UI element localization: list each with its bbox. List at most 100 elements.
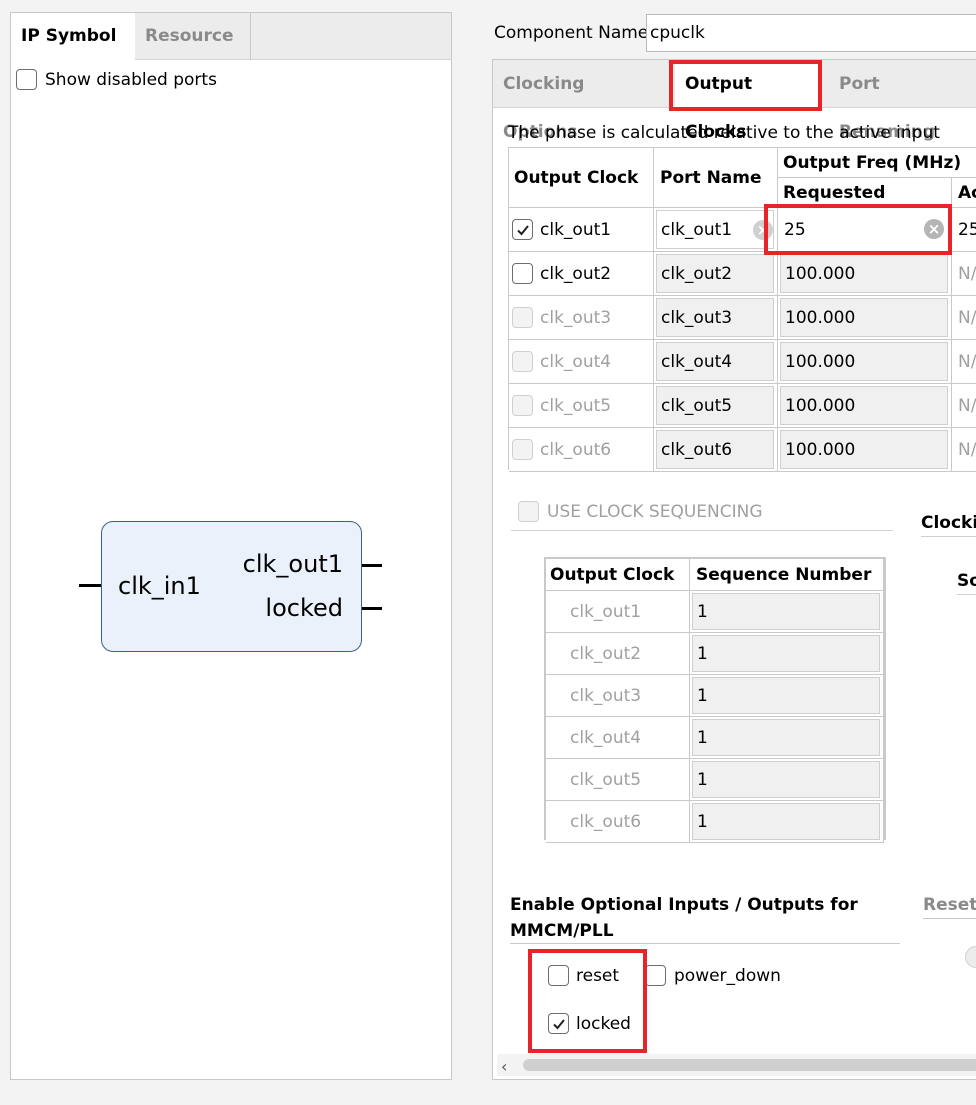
component-name-label: Component Name: [494, 23, 649, 43]
port-name-value: clk_out1: [661, 219, 733, 240]
seq-col-header-output-clock: Output Clock: [546, 559, 690, 591]
actual-freq-cell: N/: [952, 252, 976, 296]
requested-freq-cell: 100.000: [778, 296, 952, 340]
col-header-actual: Ac: [952, 178, 976, 208]
output-clock-enable-checkbox[interactable]: [512, 439, 533, 460]
requested-freq-value: 100.000: [785, 307, 856, 328]
output-clock-label: clk_out6: [540, 440, 612, 460]
clk-in1-pin: [79, 584, 101, 587]
port-name-cell: clk_out3: [654, 296, 778, 340]
sequence-number-input[interactable]: 1: [692, 803, 880, 840]
sequence-number-input[interactable]: 1: [692, 719, 880, 756]
requested-freq-value: 100.000: [785, 395, 856, 416]
output-clock-cell: clk_out5: [509, 384, 654, 428]
actual-freq-cell: 25: [952, 208, 976, 252]
clk-out1-port-label: clk_out1: [242, 550, 343, 578]
port-name-input[interactable]: clk_out4: [656, 342, 774, 381]
sequence-table: Output Clock Sequence Number clk_out1 1 cl…: [544, 557, 886, 843]
port-name-value: clk_out6: [661, 439, 733, 460]
optional-io-title-line1: Enable Optional Inputs / Outputs for: [510, 895, 858, 915]
optional-io-highlight: [528, 949, 647, 1053]
left-tab-bar: IP Symbol Resource: [11, 13, 451, 60]
component-name-input[interactable]: cpuclk: [646, 14, 976, 52]
show-disabled-ports-checkbox[interactable]: [16, 69, 37, 90]
sequence-clock-label: clk_out6: [546, 801, 690, 843]
requested-freq-input[interactable]: 100.000: [780, 386, 948, 425]
col-header-output-freq: Output Freq (MHz): [778, 148, 976, 178]
output-clock-enable-checkbox[interactable]: [512, 351, 533, 372]
output-clock-row: clk_out2 clk_out2 100.000 N/: [509, 252, 976, 296]
port-name-cell: clk_out4: [654, 340, 778, 384]
requested-freq-value: 100.000: [785, 263, 856, 284]
output-clock-cell: clk_out4: [509, 340, 654, 384]
requested-freq-cell: 100.000: [778, 252, 952, 296]
actual-freq-cell: N/: [952, 296, 976, 340]
output-clock-label: clk_out5: [540, 396, 612, 416]
port-name-cell: clk_out2: [654, 252, 778, 296]
port-name-input[interactable]: clk_out6: [656, 430, 774, 469]
reset-type-radio[interactable]: [965, 946, 976, 968]
requested-freq-input[interactable]: 100.000: [780, 298, 948, 337]
output-clock-enable-checkbox[interactable]: [512, 263, 533, 284]
use-clock-sequencing-checkbox[interactable]: [518, 501, 539, 522]
requested-freq-input[interactable]: 100.000: [780, 342, 948, 381]
ip-symbol-block: clk_in1 clk_out1 locked: [101, 521, 362, 652]
show-disabled-ports-label: Show disabled ports: [45, 70, 217, 90]
sequence-number-cell: 1: [690, 717, 884, 759]
requested-freq-value: 100.000: [785, 351, 856, 372]
clk-in1-port-label: clk_in1: [118, 572, 201, 600]
sequence-clock-label: clk_out2: [546, 633, 690, 675]
output-clock-enable-checkbox[interactable]: [512, 307, 533, 328]
seq-col-header-sequence-number: Sequence Number: [690, 559, 884, 591]
port-name-value: clk_out2: [661, 263, 733, 284]
sequence-number-cell: 1: [690, 675, 884, 717]
reset-type-label: Reset: [923, 895, 976, 915]
output-clock-enable-checkbox[interactable]: [512, 219, 533, 240]
so-label: So: [957, 571, 976, 591]
horizontal-scrollbar[interactable]: ‹: [497, 1054, 976, 1076]
sequence-number-input[interactable]: 1: [692, 635, 880, 672]
requested-freq-input[interactable]: 100.000: [780, 430, 948, 469]
scroll-left-arrow-icon[interactable]: ‹: [501, 1057, 507, 1076]
requested-freq-cell: 100.000: [778, 340, 952, 384]
sequence-number-input[interactable]: 1: [692, 593, 880, 630]
tab-clocking-options[interactable]: Clocking Options: [493, 60, 669, 142]
output-clock-cell: clk_out3: [509, 296, 654, 340]
requested-freq-input[interactable]: 100.000: [780, 254, 948, 293]
requested-freq-cell: 100.000: [778, 384, 952, 428]
actual-freq-cell: N/: [952, 428, 976, 472]
requested-freq-value: 100.000: [785, 439, 856, 460]
port-name-input[interactable]: clk_out3: [656, 298, 774, 337]
tab-port-renaming[interactable]: Port Renaming: [829, 60, 976, 142]
so-divider: [957, 594, 976, 595]
output-clock-row: clk_out6 clk_out6 100.000 N/: [509, 428, 976, 472]
port-name-input[interactable]: clk_out2: [656, 254, 774, 293]
optional-io-title-line2: MMCM/PLL: [510, 921, 614, 941]
sequence-number-input[interactable]: 1: [692, 677, 880, 714]
output-clock-label: clk_out2: [540, 264, 612, 284]
locked-pin: [362, 607, 382, 610]
sequence-clock-label: clk_out3: [546, 675, 690, 717]
output-clock-cell: clk_out1: [509, 208, 654, 252]
sequence-number-cell: 1: [690, 759, 884, 801]
port-name-input[interactable]: clk_out5: [656, 386, 774, 425]
power-down-label: power_down: [674, 966, 781, 986]
sequence-number-input[interactable]: 1: [692, 761, 880, 798]
tab-ip-symbol[interactable]: IP Symbol: [11, 13, 135, 60]
use-clock-sequencing-label: USE CLOCK SEQUENCING: [547, 502, 763, 522]
output-clock-label: clk_out4: [540, 352, 612, 372]
actual-freq-cell: N/: [952, 384, 976, 428]
port-name-cell: clk_out5: [654, 384, 778, 428]
output-clock-label: clk_out1: [540, 220, 612, 240]
port-name-cell: clk_out1 ×: [654, 208, 778, 252]
output-clock-enable-checkbox[interactable]: [512, 395, 533, 416]
requested-freq-cell: 100.000: [778, 428, 952, 472]
port-name-input[interactable]: clk_out1 ×: [656, 210, 774, 249]
sequence-number-cell: 1: [690, 591, 884, 633]
sequence-number-cell: 1: [690, 633, 884, 675]
output-clock-cell: clk_out6: [509, 428, 654, 472]
power-down-checkbox[interactable]: [645, 965, 666, 986]
tab-resource[interactable]: Resource: [135, 13, 251, 60]
output-clock-row: clk_out3 clk_out3 100.000 N/: [509, 296, 976, 340]
scrollbar-thumb[interactable]: [523, 1059, 976, 1071]
